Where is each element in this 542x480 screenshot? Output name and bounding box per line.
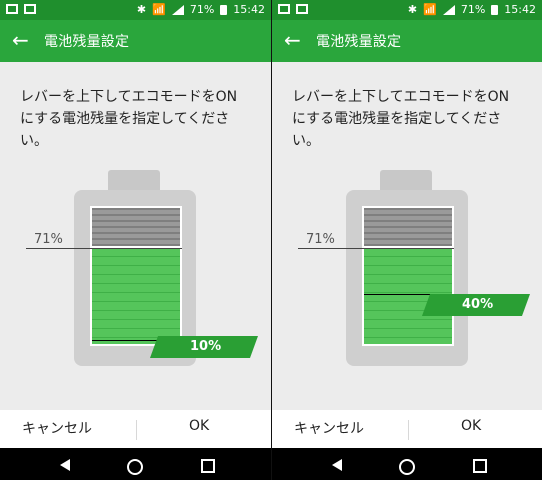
battery-control[interactable]: 71% 10% (0, 170, 271, 400)
nav-recents-icon[interactable] (473, 459, 487, 473)
battery-icon (220, 4, 228, 15)
battery-icon (491, 4, 499, 15)
app-bar: ← 電池残量設定 (272, 20, 542, 62)
current-level-line (298, 248, 454, 249)
status-time: 15:42 (504, 3, 536, 16)
current-level-line (26, 248, 182, 249)
photo-icon (296, 4, 308, 14)
battery-empty-area (92, 208, 180, 246)
ok-button[interactable]: OK (461, 418, 481, 434)
bluetooth-icon: ✱ (136, 3, 147, 16)
status-left (278, 3, 308, 14)
nav-back-icon[interactable] (330, 456, 348, 474)
battery-filled-area (92, 248, 180, 344)
instruction-text: レバーを上下してエコモードをONにする電池残量を指定してください。 (20, 89, 238, 149)
nav-home-icon[interactable] (127, 459, 143, 475)
battery-empty-area (364, 208, 452, 246)
battery-control[interactable]: 71% 40% (272, 170, 542, 400)
photo-icon (24, 4, 36, 14)
dual-screens: ✱ 📶 71% 15:42 ← 電池残量設定 レバーを上下してエコモードをONに… (0, 0, 542, 480)
threshold-label: 40% (462, 297, 494, 312)
cancel-button[interactable]: キャンセル (22, 418, 92, 438)
signal-icon (442, 4, 455, 15)
screen-left: ✱ 📶 71% 15:42 ← 電池残量設定 レバーを上下してエコモードをONに… (0, 0, 271, 480)
screen-right: ✱ 📶 71% 15:42 ← 電池残量設定 レバーを上下してエコモードをONに… (271, 0, 542, 480)
wifi-icon: 📶 (423, 3, 437, 16)
page-title: 電池残量設定 (44, 34, 130, 50)
status-right: ✱ 📶 71% 15:42 (137, 3, 265, 16)
threshold-label: 10% (190, 339, 222, 354)
status-bar: ✱ 📶 71% 15:42 (0, 0, 271, 20)
ok-button[interactable]: OK (189, 418, 209, 434)
dialog-footer: キャンセル OK (272, 410, 542, 448)
dialog-footer: キャンセル OK (0, 410, 271, 448)
app-bar: ← 電池残量設定 (0, 20, 271, 62)
back-arrow-icon[interactable]: ← (12, 29, 29, 51)
nav-home-icon[interactable] (399, 459, 415, 475)
battery-percent: 71% (189, 3, 215, 16)
nav-bar (0, 448, 271, 480)
footer-divider (136, 420, 137, 440)
current-level-label: 71% (34, 232, 63, 247)
status-time: 15:42 (233, 3, 265, 16)
current-level-label: 71% (306, 232, 335, 247)
bluetooth-icon: ✱ (407, 3, 418, 16)
battery-percent: 71% (460, 3, 486, 16)
page-title: 電池残量設定 (316, 34, 402, 50)
signal-icon (171, 4, 184, 15)
status-right: ✱ 📶 71% 15:42 (408, 3, 536, 16)
back-arrow-icon[interactable]: ← (284, 29, 301, 51)
footer-divider (408, 420, 409, 440)
nav-back-icon[interactable] (58, 456, 76, 474)
instruction-text: レバーを上下してエコモードをONにする電池残量を指定してください。 (292, 89, 510, 149)
status-bar: ✱ 📶 71% 15:42 (272, 0, 542, 20)
mail-icon (278, 4, 290, 14)
nav-bar (272, 448, 542, 480)
cancel-button[interactable]: キャンセル (294, 418, 364, 438)
status-left (6, 3, 36, 14)
mail-icon (6, 4, 18, 14)
nav-recents-icon[interactable] (201, 459, 215, 473)
wifi-icon: 📶 (152, 3, 166, 16)
